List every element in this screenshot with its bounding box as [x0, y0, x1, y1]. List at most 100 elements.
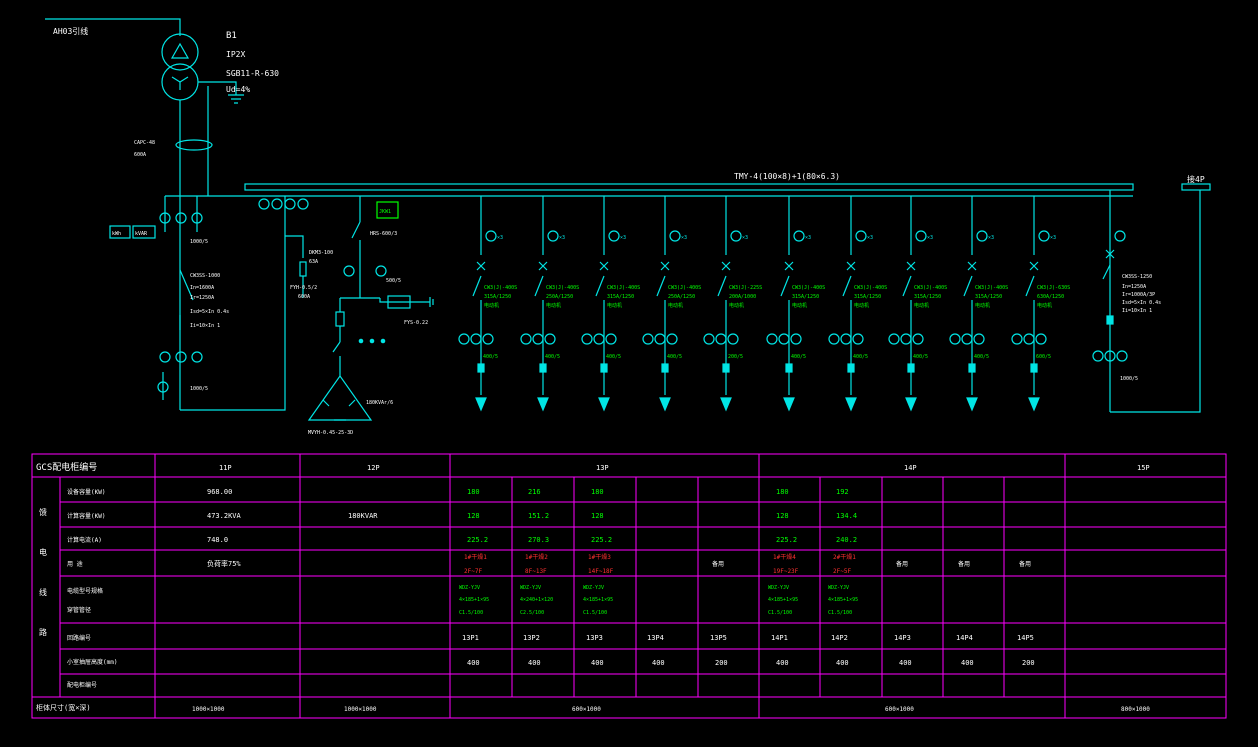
ct-icon — [961, 333, 973, 345]
circuit-id: 14P4 — [956, 634, 973, 642]
circuit-capacity: 180 — [591, 488, 604, 496]
electrical-single-line-diagram: ×3 CW3(J)-400S 315A/1250 电动机 400/5 ×3 CW3(J)-4… — [31, 18, 1227, 719]
feeder-setting-label: 315A/1250 — [792, 294, 819, 300]
feeder-ammeter-label: ×3 — [805, 235, 811, 241]
ct-icon — [1092, 350, 1104, 362]
ct-icon — [175, 351, 187, 363]
breaker-contact — [780, 275, 790, 297]
feeder-breaker-label: CW3(J)-400S — [484, 285, 517, 291]
ct-icon — [520, 333, 532, 345]
ct-icon — [973, 333, 985, 345]
disconnect-icon — [538, 261, 548, 271]
ct-icon — [654, 333, 666, 345]
panel-dimension: 600×1000 — [885, 706, 914, 713]
ammeter-icon — [485, 230, 497, 242]
ammeter-icon — [669, 230, 681, 242]
distribution-table: GCS配电柜编号 11P 12P 13P 14P 15P 馈电线路 设备容量(KW) 计算容量(… — [31, 453, 1227, 719]
circuit-id: 13P5 — [710, 634, 727, 642]
feeder-setting-label: 315A/1250 — [975, 294, 1002, 300]
switch-label: HRS-600/3 — [370, 231, 397, 237]
circuit-height: 400 — [528, 659, 541, 667]
feeder-setting-label: 630A/1250 — [1037, 294, 1064, 300]
circuit-height: 400 — [776, 659, 789, 667]
feeder-setting-label: 315A/1250 — [854, 294, 881, 300]
ammeter-icon — [793, 230, 805, 242]
feeder-setting-label: 315A/1250 — [607, 294, 634, 300]
controller-label: JKW1 — [379, 209, 391, 215]
circuit-height: 200 — [715, 659, 728, 667]
circuit-id: 14P5 — [1017, 634, 1034, 642]
circuit-current: 225.2 — [591, 536, 612, 544]
circuit-use: 1#干燥4 — [773, 553, 796, 561]
circuit-use: 2#干燥1 — [833, 553, 856, 561]
feeder-note-label: 电动机 — [484, 302, 499, 309]
feeder-arrow-icon — [659, 397, 671, 412]
panel-number: 15P — [1137, 464, 1150, 472]
terminal-block — [785, 363, 793, 373]
ellipsis-dot — [369, 338, 375, 344]
ct-icon — [715, 333, 727, 345]
ct-icon — [727, 333, 739, 345]
side-label: 线 — [39, 587, 47, 597]
circuit-id: 13P1 — [462, 634, 479, 642]
circuit-height: 400 — [591, 659, 604, 667]
terminal-block — [1030, 363, 1038, 373]
breaker-contact — [717, 275, 727, 297]
circuit-cable-size: 4×185+1×95 — [583, 597, 613, 603]
disconnect-icon — [846, 261, 856, 271]
arrester-sub: 600A — [298, 294, 310, 300]
ammeter-icon — [976, 230, 988, 242]
circuit-current: 225.2 — [776, 536, 797, 544]
disconnect-icon — [967, 261, 977, 271]
circuit-pipe: C1.5/100 — [768, 610, 792, 616]
reactor-label: FYS-0.22 — [404, 320, 428, 326]
row-label: 回路编号 — [67, 634, 91, 642]
p11-capacity: 968.00 — [207, 488, 232, 496]
busbar-ammeters — [258, 198, 309, 210]
side-label: 馈 — [39, 507, 47, 517]
feeder-ct-label: 400/5 — [545, 354, 560, 360]
ct-icon — [1023, 333, 1035, 345]
feeder-arrow-icon — [475, 397, 487, 412]
feeder-breaker-label: CW3(J)-400S — [975, 285, 1008, 291]
circuit-height: 400 — [899, 659, 912, 667]
feeder-ct-label: 400/5 — [913, 354, 928, 360]
row-label: 电缆型号规格 — [67, 587, 103, 595]
circuit-capacity: 180 — [776, 488, 789, 496]
ct-icon — [458, 333, 470, 345]
feeder-breaker-label: CW3(J)-630S — [1037, 285, 1070, 291]
ct-icon — [482, 333, 494, 345]
tie-setting-1: In=1250A — [1122, 284, 1146, 290]
circuit-use-floor: 14F~18F — [588, 568, 614, 575]
disconnect-icon — [660, 261, 670, 271]
circuit-cable-type: WDZ-YJV — [520, 585, 541, 591]
ct-icon — [532, 333, 544, 345]
busway-sub: 600A — [134, 152, 146, 158]
feeder-note-label: 电动机 — [607, 302, 622, 309]
feeder-arrow-icon — [845, 397, 857, 412]
panel-dimension: 600×1000 — [572, 706, 601, 713]
feeder-ct-label: 400/5 — [667, 354, 682, 360]
ct-icon — [581, 333, 593, 345]
ct-icon — [703, 333, 715, 345]
circuit-id: 13P2 — [523, 634, 540, 642]
main-busbar — [244, 183, 1134, 191]
terminal-block — [661, 363, 669, 373]
circuit-calc: 128 — [591, 512, 604, 520]
ct-icon — [828, 333, 840, 345]
circuit-current: 270.3 — [528, 536, 549, 544]
feeder-ammeter-label: ×3 — [927, 235, 933, 241]
busway-label: CAPC-48 — [134, 140, 155, 146]
feeder-ammeter-label: ×3 — [620, 235, 626, 241]
ammeter-icon — [730, 230, 742, 242]
feeder-circuits: ×3 CW3(J)-400S 315A/1250 电动机 400/5 ×3 CW3(J)-4… — [157, 196, 1128, 412]
circuit-use: 1#干燥2 — [525, 553, 548, 561]
feeder-breaker-label: CW3(J)-225S — [729, 285, 762, 291]
terminal-block — [722, 363, 730, 373]
incomer-breaker: CW3SS-1000 — [190, 273, 220, 279]
terminal-block — [907, 363, 915, 373]
feeder-setting-label: 315A/1250 — [914, 294, 941, 300]
circuit-cable-size: 4×185+1×95 — [768, 597, 798, 603]
terminal-block — [600, 363, 608, 373]
tie-setting-4: Ii=10×In 1 — [1122, 308, 1152, 314]
